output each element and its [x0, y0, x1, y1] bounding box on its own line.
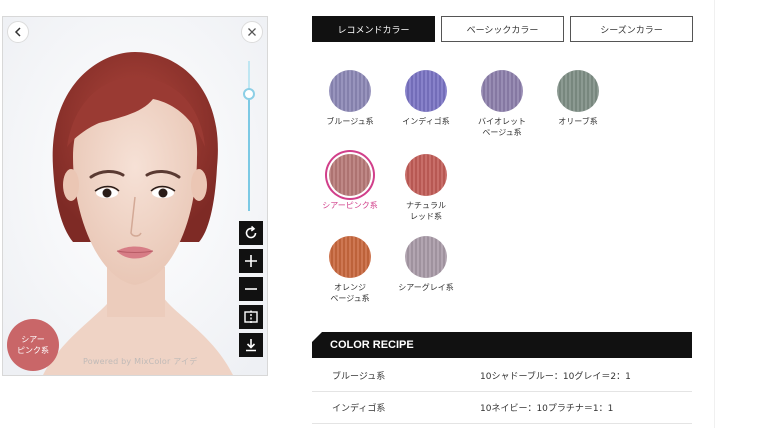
swatch-label: インディゴ系: [402, 117, 450, 126]
recipe-formula: 10シャドーブルー：10グレイ＝2：1: [480, 372, 631, 382]
download-icon: [246, 339, 256, 352]
color-recipe-header: COLOR RECIPE: [312, 332, 692, 358]
swatch-sheer-gray[interactable]: シアーグレイ系: [388, 236, 464, 293]
current-color-line2: ピンク系: [17, 346, 49, 355]
recipe-color-name: インディゴ系: [332, 404, 386, 414]
close-button[interactable]: [241, 21, 263, 43]
minus-icon: [245, 288, 257, 290]
compare-icon: [244, 310, 258, 324]
swatch-label: オリーブ系: [558, 117, 598, 126]
swatch-indigo[interactable]: インディゴ系: [388, 70, 464, 127]
plus-icon: [245, 255, 257, 267]
swatch-label: シアーピンク系: [322, 201, 378, 210]
powered-by-text: Powered by MixColor アイデ: [83, 357, 198, 366]
compare-button[interactable]: [239, 305, 263, 329]
swatch-circle: [557, 70, 599, 112]
recipe-row: インディゴ系 10ネイビー：10プラチナ＝1：1: [312, 392, 692, 424]
header-corner-decoration: [312, 332, 322, 342]
swatch-bluege[interactable]: ブルージュ系: [312, 70, 388, 127]
tab-basic[interactable]: ベーシックカラー: [441, 16, 564, 42]
recipe-color-name: ブルージュ系: [332, 372, 386, 382]
back-button[interactable]: [7, 21, 29, 43]
swatch-circle: [405, 154, 447, 196]
zoom-thumb[interactable]: [243, 88, 255, 100]
color-category-tabs: レコメンドカラー ベーシックカラー シーズンカラー: [312, 16, 693, 42]
tool-bar: [239, 221, 263, 361]
zoom-in-button[interactable]: [239, 249, 263, 273]
swatch-label: バイオレット ベージュ系: [478, 117, 526, 137]
current-color-badge: シアー ピンク系: [7, 319, 59, 371]
swatch-olive[interactable]: オリーブ系: [540, 70, 616, 127]
swatch-violet-beige[interactable]: バイオレット ベージュ系: [464, 70, 540, 138]
chevron-left-icon: [14, 27, 21, 37]
swatch-label: オレンジ ベージュ系: [330, 283, 370, 303]
swatch-label: ブルージュ系: [326, 117, 374, 126]
preview-panel: シアー ピンク系 Powered by MixColor アイデ: [2, 16, 268, 376]
swatch-natural-red[interactable]: ナチュラル レッド系: [388, 154, 464, 222]
close-icon: [248, 28, 256, 36]
swatch-label: ナチュラル レッド系: [406, 201, 446, 221]
zoom-slider[interactable]: [243, 61, 255, 221]
swatch-circle: [329, 236, 371, 278]
zoom-track-fill: [248, 89, 250, 211]
swatch-sheer-pink[interactable]: シアーピンク系: [312, 154, 388, 211]
tab-recommend[interactable]: レコメンドカラー: [312, 16, 435, 42]
recipe-row: ブルージュ系 10シャドーブルー：10グレイ＝2：1: [312, 360, 692, 392]
swatch-circle: [405, 70, 447, 112]
swatch-circle: [481, 70, 523, 112]
swatch-label: シアーグレイ系: [398, 283, 454, 292]
swatch-grid: ブルージュ系 インディゴ系 バイオレット ベージュ系 オリーブ系 シアーピンク系 …: [312, 70, 622, 310]
zoom-out-button[interactable]: [239, 277, 263, 301]
tab-season[interactable]: シーズンカラー: [570, 16, 693, 42]
reset-button[interactable]: [239, 221, 263, 245]
page-edge-divider: [714, 0, 715, 428]
color-recipe-title: COLOR RECIPE: [330, 339, 414, 351]
download-button[interactable]: [239, 333, 263, 357]
recipe-formula: 10ネイビー：10プラチナ＝1：1: [480, 404, 614, 414]
rotate-icon: [245, 225, 257, 239]
swatch-circle: [405, 236, 447, 278]
swatch-circle: [329, 70, 371, 112]
current-color-line1: シアー: [21, 335, 45, 344]
swatch-circle: [329, 154, 371, 196]
swatch-orange-beige[interactable]: オレンジ ベージュ系: [312, 236, 388, 304]
